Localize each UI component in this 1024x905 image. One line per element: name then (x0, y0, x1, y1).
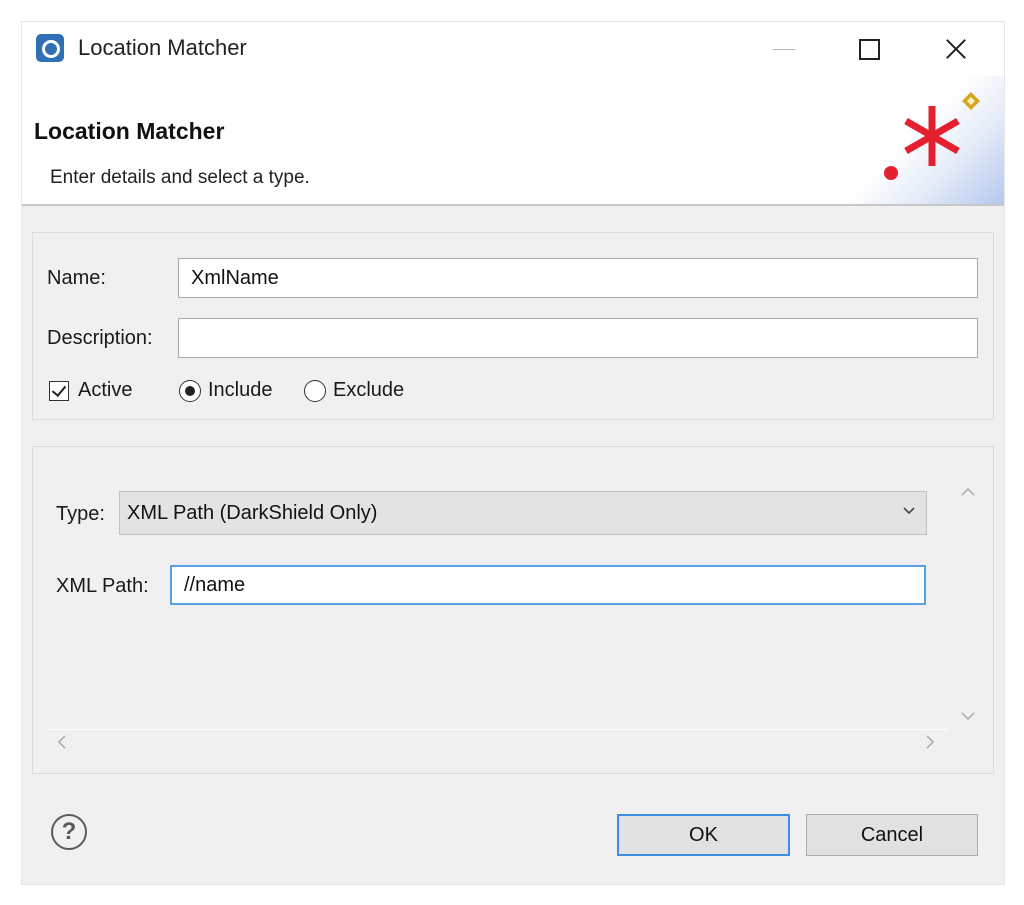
active-label[interactable]: Active (78, 379, 132, 402)
scroll-area-edge (47, 729, 949, 730)
description-field[interactable] (178, 318, 978, 358)
type-settings-group: Type: XML Path (DarkShield Only) XML Pat… (32, 446, 994, 774)
name-field[interactable]: XmlName (178, 258, 978, 298)
page-subtitle: Enter details and select a type. (50, 167, 310, 188)
matcher-details-group: Name: XmlName Description: Active Includ… (32, 232, 994, 420)
exclude-label[interactable]: Exclude (333, 379, 404, 402)
chevron-down-icon (903, 507, 915, 515)
scroll-down-icon[interactable] (960, 711, 976, 721)
maximize-icon (858, 38, 880, 60)
type-dropdown-value: XML Path (DarkShield Only) (127, 502, 378, 524)
window-title: Location Matcher (78, 35, 247, 60)
description-label: Description: (47, 327, 153, 349)
scroll-left-icon[interactable] (57, 734, 67, 750)
type-label: Type: (56, 503, 105, 525)
dialog-window: Location Matcher Location Matcher Enter … (22, 22, 1004, 884)
help-icon[interactable]: ? (51, 814, 87, 850)
ok-button[interactable]: OK (617, 814, 790, 856)
close-button[interactable] (933, 30, 979, 68)
scroll-right-icon[interactable] (925, 734, 935, 750)
app-icon (36, 34, 64, 62)
title-bar: Location Matcher (22, 22, 1004, 76)
include-radio[interactable] (179, 380, 201, 402)
cancel-button[interactable]: Cancel (806, 814, 978, 856)
active-checkbox[interactable] (49, 381, 69, 401)
xml-path-field[interactable]: //name (170, 565, 926, 605)
minimize-button[interactable] (761, 30, 807, 68)
type-dropdown[interactable]: XML Path (DarkShield Only) (119, 491, 927, 535)
xml-path-label: XML Path: (56, 575, 149, 597)
include-label[interactable]: Include (208, 379, 273, 402)
scroll-up-icon[interactable] (960, 487, 976, 497)
exclude-radio[interactable] (304, 380, 326, 402)
minimize-icon (773, 48, 795, 50)
vertical-scrollbar[interactable] (949, 467, 989, 747)
name-label: Name: (47, 267, 106, 289)
page-title: Location Matcher (34, 118, 225, 144)
close-icon (945, 38, 967, 60)
asterisk-logo-icon (884, 92, 980, 180)
dialog-header: Location Matcher Enter details and selec… (22, 76, 1004, 206)
maximize-button[interactable] (846, 30, 892, 68)
